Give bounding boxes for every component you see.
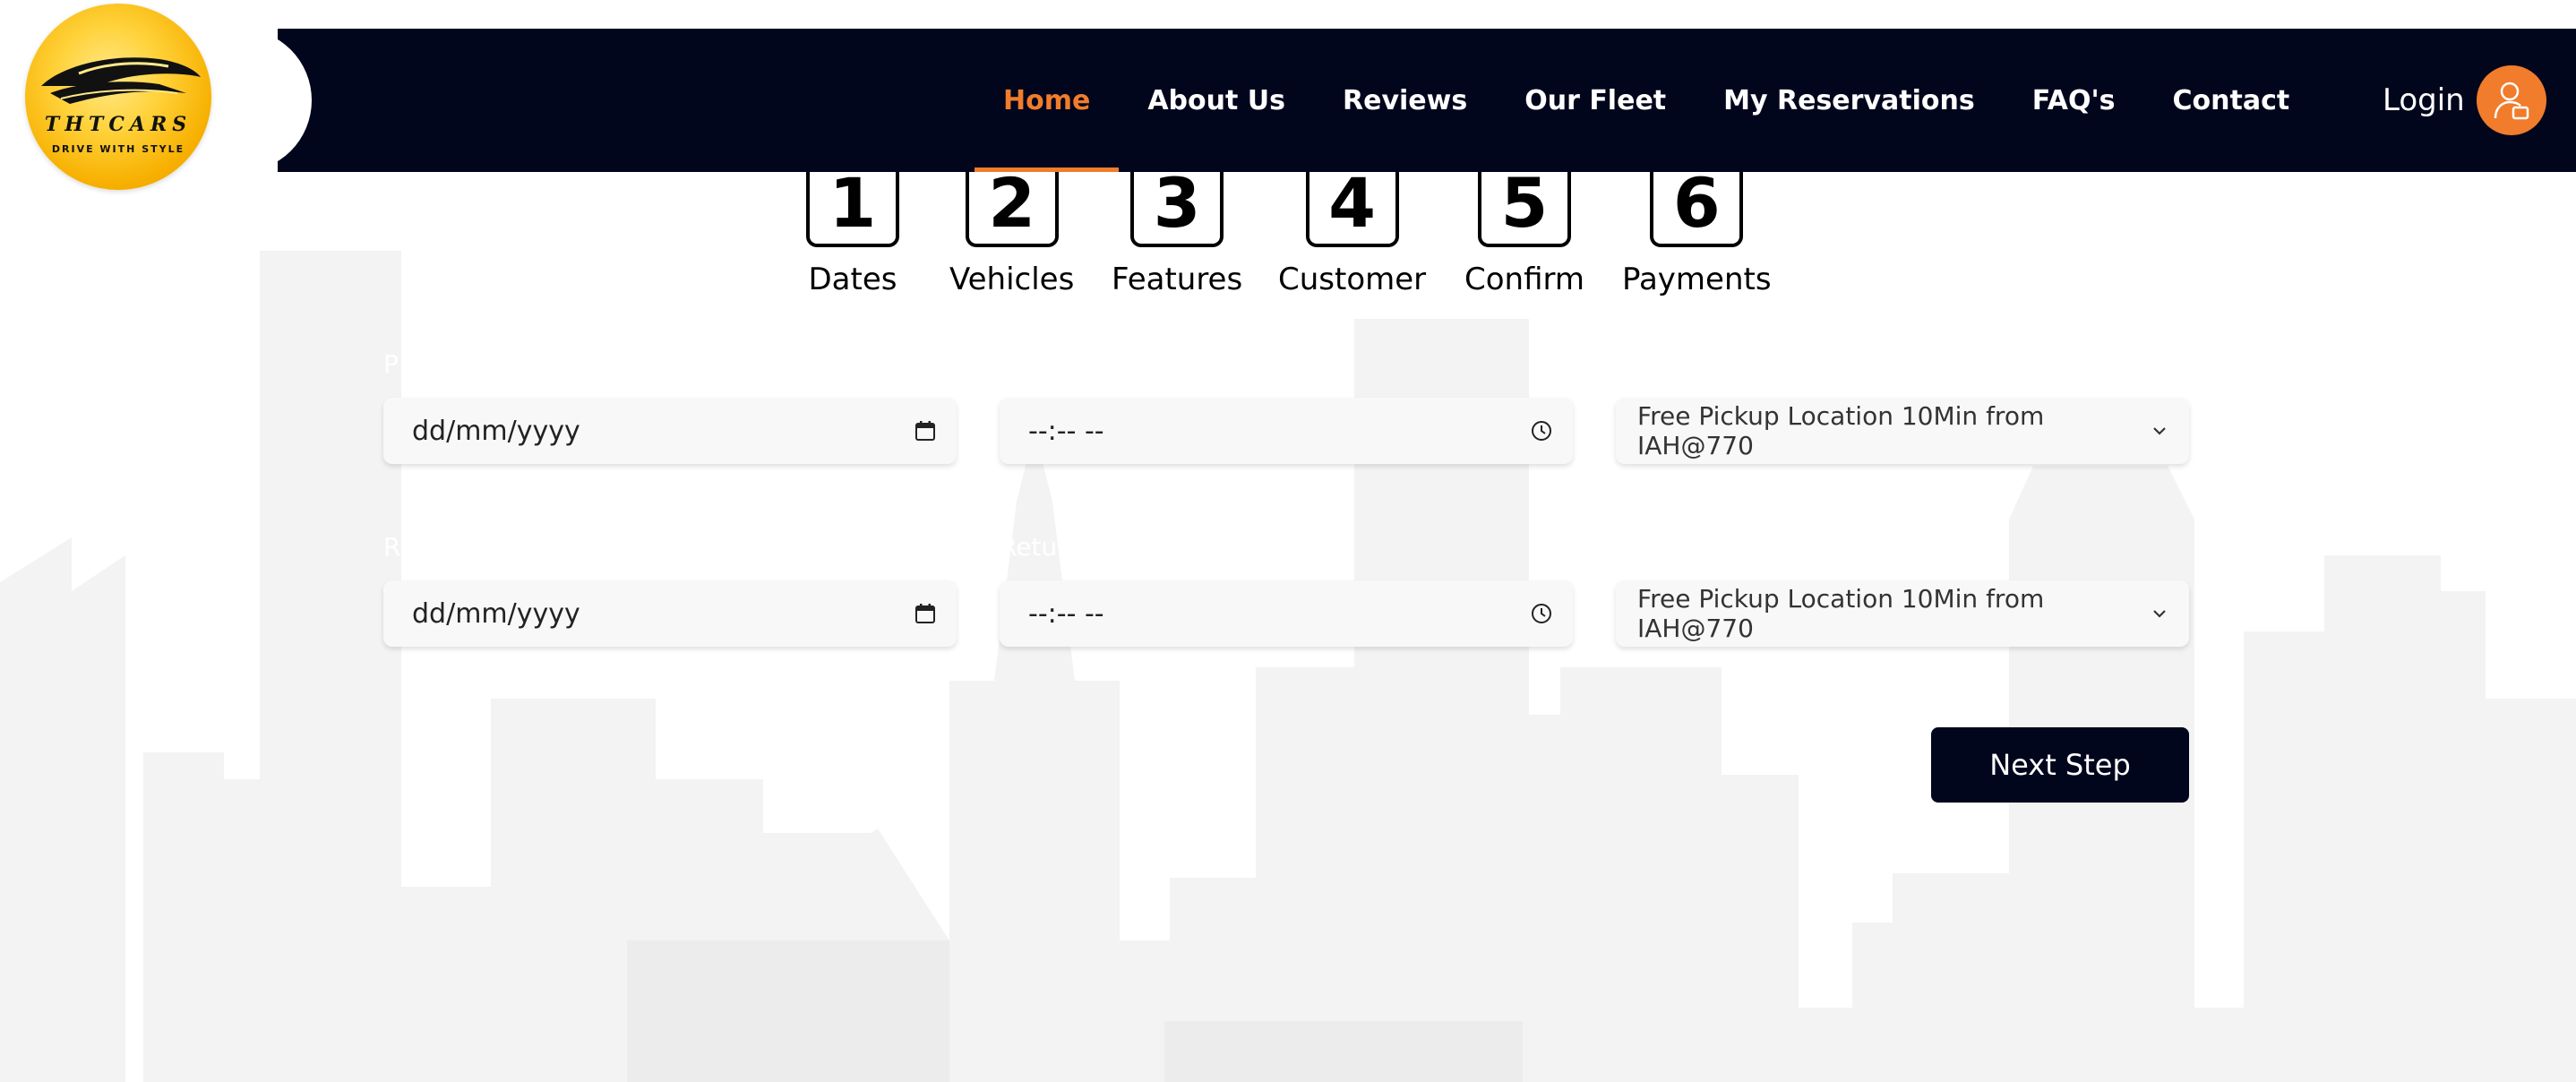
step-number: 6 (1650, 163, 1744, 247)
step-dates[interactable]: 1 Dates (806, 163, 899, 297)
brand-tagline: DRIVE WITH STYLE (51, 143, 185, 155)
step-number: 5 (1478, 163, 1571, 247)
return-location-label: Return Lo (1616, 532, 1737, 562)
step-vehicles[interactable]: 2 Vehicles (949, 163, 1074, 297)
nav-item-reviews[interactable]: Reviews (1314, 29, 1496, 172)
user-icon (2494, 82, 2529, 120)
nav-item-faqs[interactable]: FAQ's (2004, 29, 2144, 172)
step-payments[interactable]: 6 Payments (1622, 163, 1772, 297)
clock-icon[interactable] (1530, 602, 1553, 625)
step-label: Features (1112, 262, 1243, 297)
step-number: 4 (1305, 163, 1399, 247)
step-number: 2 (965, 163, 1059, 247)
login-link[interactable]: Login (2383, 29, 2465, 172)
brand-logo[interactable]: THTCARS DRIVE WITH STYLE (25, 4, 211, 190)
step-label: Customer (1278, 262, 1427, 297)
pickup-date-label: P (383, 349, 399, 379)
return-time-input[interactable]: --:-- -- (1000, 580, 1573, 647)
chevron-down-icon (2153, 610, 2166, 618)
nav-item-our-fleet[interactable]: Our Fleet (1496, 29, 1695, 172)
return-location-value: Free Pickup Location 10Min from IAH@770 (1637, 584, 2045, 643)
pickup-time-input[interactable]: --:-- -- (1000, 398, 1573, 464)
nav-item-my-reservations[interactable]: My Reservations (1695, 29, 2004, 172)
step-customer[interactable]: 4 Customer (1278, 163, 1426, 297)
time-placeholder: --:-- -- (1028, 597, 1104, 630)
car-logo-icon (41, 57, 201, 104)
time-placeholder: --:-- -- (1028, 415, 1104, 447)
calendar-icon[interactable] (914, 419, 937, 442)
return-time-label: Return (1000, 532, 1083, 562)
calendar-icon[interactable] (914, 602, 937, 625)
step-number: 3 (1130, 163, 1224, 247)
nav-item-contact[interactable]: Contact (2144, 29, 2319, 172)
pickup-date-input[interactable]: dd/mm/yyyy (383, 398, 957, 464)
return-date-input[interactable]: dd/mm/yyyy (383, 580, 957, 647)
nav-item-about-us[interactable]: About Us (1119, 29, 1314, 172)
nav-item-home[interactable]: Home (975, 29, 1120, 172)
date-placeholder: dd/mm/yyyy (412, 415, 580, 447)
date-placeholder: dd/mm/yyyy (412, 597, 580, 630)
login-avatar-button[interactable] (2477, 65, 2546, 135)
pickup-location-value: Free Pickup Location 10Min from IAH@770 (1637, 401, 2045, 460)
pickup-location-select[interactable]: Free Pickup Location 10Min from IAH@770 (1616, 398, 2189, 464)
return-date-label: R (383, 532, 401, 562)
step-label: Confirm (1464, 262, 1585, 297)
next-step-button[interactable]: Next Step (1931, 727, 2189, 803)
step-number: 1 (806, 163, 899, 247)
step-label: Payments (1622, 262, 1772, 297)
step-label: Dates (808, 262, 897, 297)
step-label: Vehicles (949, 262, 1075, 297)
step-confirm[interactable]: 5 Confirm (1464, 163, 1584, 297)
clock-icon[interactable] (1530, 419, 1553, 442)
main-nav: Home About Us Reviews Our Fleet My Reser… (975, 29, 2318, 172)
step-features[interactable]: 3 Features (1112, 163, 1242, 297)
return-location-select[interactable]: Free Pickup Location 10Min from IAH@770 (1616, 580, 2189, 647)
chevron-down-icon (2153, 427, 2166, 435)
brand-name: THTCARS (44, 113, 193, 136)
